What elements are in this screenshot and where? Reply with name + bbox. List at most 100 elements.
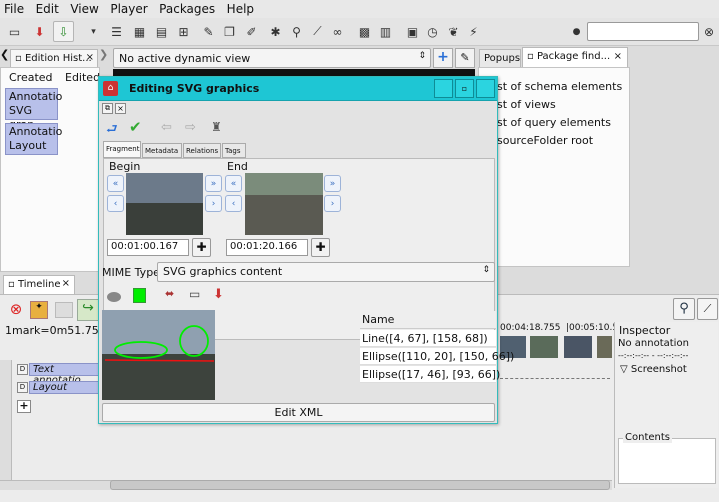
mime-select[interactable]: SVG graphics content ⇕ xyxy=(157,262,495,282)
tab-tags[interactable]: Tags xyxy=(222,143,246,158)
begin-time-input[interactable]: 00:01:00.167 xyxy=(107,239,189,256)
download-icon[interactable]: ⬇ xyxy=(213,287,229,303)
tab-package-finder[interactable]: ▫ Package find... × xyxy=(522,47,628,67)
notes-icon[interactable]: ✐ xyxy=(241,21,262,42)
trash-icon[interactable]: ♜ xyxy=(211,120,229,138)
minimize-button[interactable] xyxy=(434,79,453,98)
close-icon[interactable]: × xyxy=(62,278,70,289)
scrollbar-handle[interactable] xyxy=(110,480,610,490)
menu-player[interactable]: Player xyxy=(106,0,151,16)
view-selector[interactable]: No active dynamic view ⇕ xyxy=(113,48,431,68)
back-icon[interactable]: ⇦ xyxy=(161,120,179,138)
tab-edition-history[interactable]: ▫ Edition Hist... × xyxy=(10,49,98,67)
tab-popups[interactable]: Popups xyxy=(479,49,521,67)
maximize-button[interactable]: ▫ xyxy=(455,79,474,98)
menu-edit[interactable]: Edit xyxy=(32,0,63,16)
tab-timeline[interactable]: ▫ Timeline × xyxy=(3,275,75,294)
timeline-row-label[interactable]: Text annotatio xyxy=(29,363,99,386)
name-header[interactable]: Name xyxy=(360,311,496,329)
validate-icon[interactable]: ⮐ xyxy=(106,120,124,138)
history-item[interactable]: Annotatio SVG grap xyxy=(5,88,62,131)
save-as-icon[interactable]: ⇩ xyxy=(53,21,74,42)
doc-icon[interactable]: ▥ xyxy=(375,21,396,42)
zoom-icon[interactable]: ⚲ xyxy=(286,21,307,42)
set-end-icon[interactable]: ✚ xyxy=(311,238,330,257)
list-item[interactable]: st of query elements xyxy=(497,116,611,129)
step-forward-end-icon[interactable]: › xyxy=(324,195,341,212)
plugin-icon[interactable]: ⚡ xyxy=(463,21,484,42)
vertical-scrollbar[interactable] xyxy=(0,360,12,490)
list-item[interactable]: st of schema elements xyxy=(497,80,622,93)
timeline-row-label[interactable]: Layout xyxy=(29,381,99,394)
column-created[interactable]: Created xyxy=(9,71,53,84)
tab-metadata[interactable]: Metadata xyxy=(142,143,182,158)
menu-packages[interactable]: Packages xyxy=(155,0,219,16)
add-row-button[interactable]: + xyxy=(17,400,31,413)
set-begin-icon[interactable]: ✚ xyxy=(192,238,211,257)
shape-row[interactable]: Ellipse([17, 46], [93, 66]) xyxy=(360,366,500,383)
stats-icon[interactable]: ▩ xyxy=(354,21,375,42)
close-icon[interactable]: × xyxy=(86,52,94,63)
step-forward-begin-icon[interactable]: › xyxy=(205,195,222,212)
edit-view-icon[interactable]: ✎ xyxy=(455,48,475,68)
scroll-left-icon[interactable]: ❮ xyxy=(0,48,9,68)
step-back-begin-icon[interactable]: ‹ xyxy=(107,195,124,212)
checkmark-icon[interactable]: ✔ xyxy=(129,118,147,136)
row-badge[interactable]: D xyxy=(17,382,28,393)
shape-row[interactable]: Ellipse([110, 20], [150, 66]) xyxy=(360,348,514,365)
book-icon[interactable]: ❐ xyxy=(219,21,240,42)
goto-icon[interactable]: ↪ xyxy=(77,299,99,321)
end-time-input[interactable]: 00:01:20.166 xyxy=(226,239,308,256)
color-swatch[interactable] xyxy=(133,288,146,303)
list-view-icon[interactable]: ☰ xyxy=(106,21,127,42)
binoculars-icon[interactable]: ∞ xyxy=(327,21,348,42)
forward-begin-icon[interactable]: » xyxy=(205,175,222,192)
add-view-button[interactable]: + xyxy=(433,48,453,68)
close-icon[interactable]: × xyxy=(614,51,622,62)
clock-icon[interactable]: ◷ xyxy=(422,21,443,42)
rewind-begin-icon[interactable]: « xyxy=(107,175,124,192)
search-input[interactable] xyxy=(587,22,699,41)
edit-xml-button[interactable]: Edit XML xyxy=(102,403,495,422)
transcription-icon[interactable]: ▤ xyxy=(151,21,172,42)
blank-icon[interactable] xyxy=(55,302,73,318)
forward-end-icon[interactable]: » xyxy=(324,175,341,192)
shape-row[interactable]: Line([4, 67], [158, 68]) xyxy=(360,330,496,347)
table-view-icon[interactable]: ▦ xyxy=(129,21,150,42)
tree-view-icon[interactable]: ⊞ xyxy=(173,21,194,42)
clear-search-icon[interactable]: ⊗ xyxy=(700,21,718,42)
column-edited[interactable]: Edited xyxy=(65,71,100,84)
ellipse-tool-icon[interactable] xyxy=(107,292,121,302)
history-item[interactable]: Annotatio Layout xyxy=(5,123,62,155)
delete-icon[interactable]: ⊗ xyxy=(6,300,26,320)
close-button[interactable] xyxy=(476,79,495,98)
svg-canvas[interactable] xyxy=(102,310,215,400)
close-small-icon[interactable]: × xyxy=(115,103,126,114)
annotation-type-icon[interactable]: ✦ xyxy=(30,301,48,319)
tab-fragment[interactable]: Fragment xyxy=(103,141,141,158)
menu-help[interactable]: Help xyxy=(223,0,258,16)
query-icon[interactable]: ⟋ xyxy=(307,21,328,42)
select-tool-icon[interactable]: ⬌ xyxy=(165,287,181,303)
toolbar-dropdown-icon[interactable]: ▾ xyxy=(83,21,104,42)
schema-icon[interactable]: ✱ xyxy=(265,21,286,42)
forward-icon[interactable]: ⇨ xyxy=(185,120,203,138)
dock-icon[interactable]: ⧉ xyxy=(102,103,113,114)
zoom-button[interactable]: ⚲ xyxy=(673,298,695,320)
folder-icon[interactable]: ▭ xyxy=(189,287,205,303)
edit-icon[interactable]: ✎ xyxy=(198,21,219,42)
screenshot-icon[interactable]: ▣ xyxy=(402,21,423,42)
menu-file[interactable]: File xyxy=(0,0,28,16)
menu-view[interactable]: View xyxy=(66,0,102,16)
scroll-right-icon[interactable]: ❯ xyxy=(99,48,109,68)
query-button[interactable]: ⟋ xyxy=(697,298,718,320)
screenshot-toggle[interactable]: ▽ Screenshot xyxy=(620,364,687,375)
foot-icon[interactable]: ❦ xyxy=(443,21,464,42)
tab-relations[interactable]: Relations xyxy=(183,143,221,158)
rewind-end-icon[interactable]: « xyxy=(225,175,242,192)
list-item[interactable]: st of views xyxy=(497,98,556,111)
save-package-icon[interactable]: ⬇ xyxy=(29,21,50,42)
list-item[interactable]: sourceFolder root xyxy=(497,134,593,147)
search-mode-icon[interactable]: ● xyxy=(566,21,587,42)
dialog-titlebar[interactable]: ⌂ Editing SVG graphics ▫ xyxy=(99,77,497,101)
